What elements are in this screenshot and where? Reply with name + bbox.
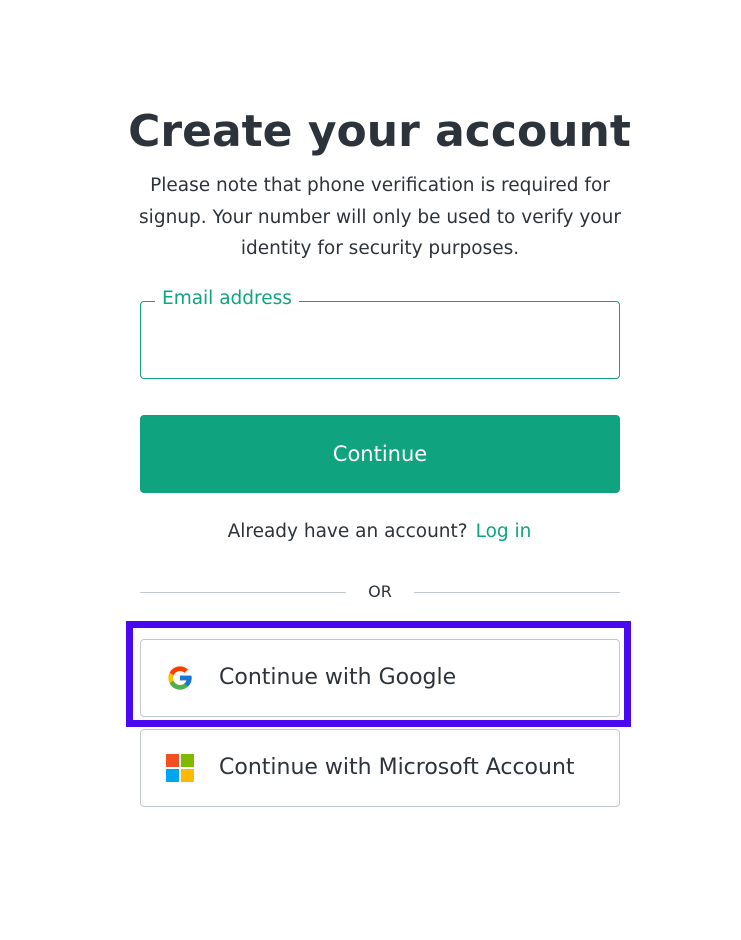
divider-line-left [140, 592, 346, 593]
continue-with-microsoft-button[interactable]: Continue with Microsoft Account [140, 729, 620, 807]
microsoft-button-label: Continue with Microsoft Account [219, 755, 575, 780]
google-logo-icon [166, 664, 194, 692]
email-field-label: Email address [155, 286, 299, 312]
divider-line-right [414, 592, 620, 593]
login-prompt-row: Already have an account? Log in [0, 517, 741, 547]
continue-with-google-button[interactable]: Continue with Google [140, 639, 620, 717]
google-button-label: Continue with Google [219, 665, 457, 690]
login-link[interactable]: Log in [476, 521, 532, 542]
continue-button[interactable]: Continue [140, 415, 620, 493]
microsoft-logo-icon [166, 754, 194, 782]
divider-or-label: OR [368, 582, 392, 601]
login-prompt-text: Already have an account? [227, 521, 468, 542]
email-input[interactable] [142, 316, 630, 364]
page-title: Create your account [128, 106, 631, 157]
page-subtitle: Please note that phone verification is r… [139, 175, 621, 259]
